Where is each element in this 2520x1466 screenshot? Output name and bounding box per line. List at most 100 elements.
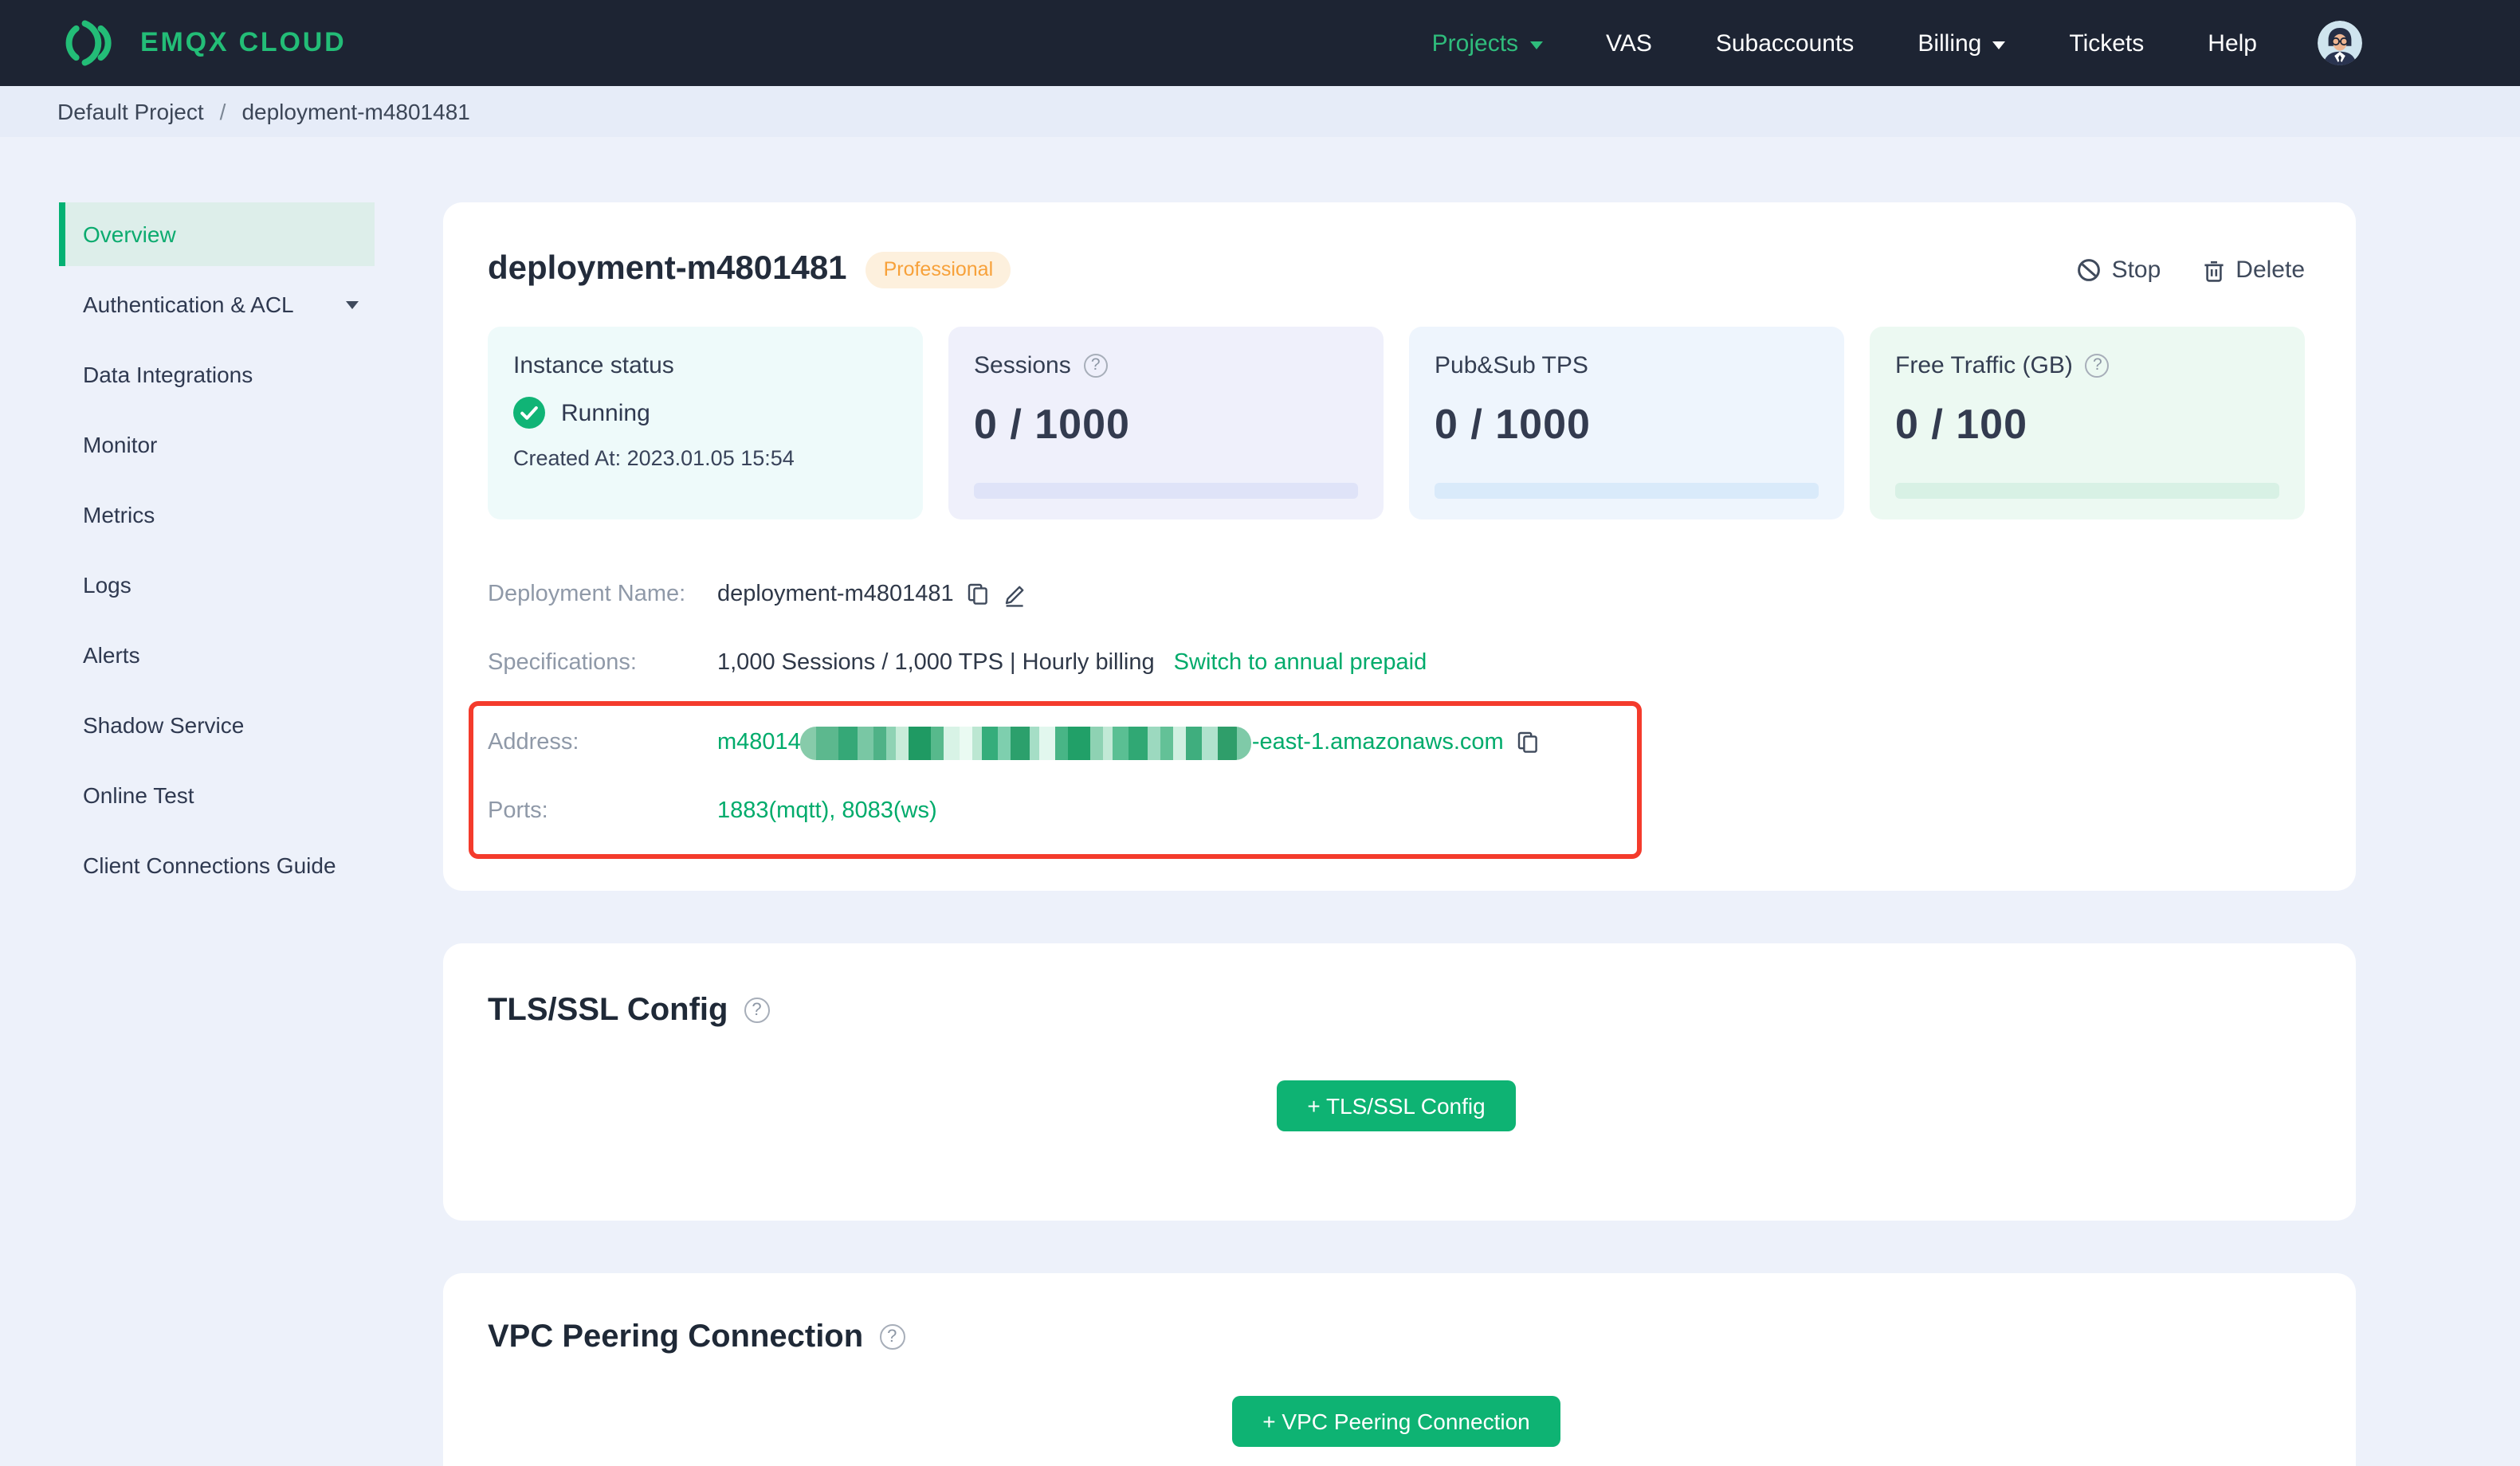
brand[interactable]: EMQX CLOUD bbox=[57, 18, 346, 69]
red-annotation-box: Address: m48014 -east-1.amazonaws.com Po… bbox=[469, 701, 1642, 859]
sidebar: Overview Authentication & ACL Data Integ… bbox=[0, 137, 443, 904]
breadcrumb-project[interactable]: Default Project bbox=[57, 99, 204, 124]
switch-annual-prepaid-link[interactable]: Switch to annual prepaid bbox=[1174, 650, 1427, 676]
redaction-block bbox=[998, 726, 1011, 759]
nav-item-tickets[interactable]: Tickets bbox=[2069, 29, 2144, 57]
help-icon[interactable]: ? bbox=[1083, 354, 1108, 378]
deployment-header: deployment-m4801481 Professional Stop De… bbox=[488, 250, 2305, 288]
breadcrumb-separator: / bbox=[219, 99, 226, 124]
traffic-progress-bar bbox=[1895, 483, 2279, 499]
add-tls-ssl-config-button[interactable]: + TLS/SSL Config bbox=[1277, 1080, 1516, 1131]
chevron-down-icon bbox=[1992, 41, 2006, 49]
stat-label: Pub&Sub TPS bbox=[1435, 352, 1588, 379]
sidebar-item-label: Monitor bbox=[83, 432, 158, 457]
sidebar-item-label: Metrics bbox=[83, 502, 155, 527]
nav-item-help[interactable]: Help bbox=[2208, 29, 2257, 57]
address-redaction bbox=[800, 726, 1252, 759]
redaction-block bbox=[1218, 726, 1238, 759]
address-prefix: m48014 bbox=[717, 730, 801, 755]
nav-item-label: Subaccounts bbox=[1715, 29, 1855, 57]
stat-card-sessions: Sessions ? 0 / 1000 bbox=[948, 327, 1384, 519]
sidebar-item-authentication-acl[interactable]: Authentication & ACL bbox=[59, 272, 375, 336]
pencil-icon bbox=[1006, 585, 1025, 606]
redaction-block bbox=[1068, 726, 1091, 759]
sidebar-item-data-integrations[interactable]: Data Integrations bbox=[59, 343, 375, 406]
sidebar-item-label: Data Integrations bbox=[83, 362, 253, 387]
viewport: EMQX CLOUD Projects VAS Subaccounts Bill… bbox=[0, 0, 2520, 1466]
sidebar-item-online-test[interactable]: Online Test bbox=[59, 763, 375, 827]
sidebar-item-logs[interactable]: Logs bbox=[59, 553, 375, 617]
stats-row: Instance status Running Created At: 2023… bbox=[488, 327, 2305, 519]
redaction-block bbox=[1055, 726, 1069, 759]
redaction-block bbox=[896, 726, 909, 759]
sidebar-item-label: Online Test bbox=[83, 782, 194, 808]
redaction-block bbox=[1129, 726, 1148, 759]
tls-ssl-title: TLS/SSL Config bbox=[488, 993, 728, 1028]
deployment-name-value: deployment-m4801481 bbox=[717, 582, 954, 607]
status-badge: Running bbox=[561, 399, 650, 426]
tps-progress-bar bbox=[1435, 483, 1819, 499]
help-icon[interactable]: ? bbox=[879, 1324, 905, 1350]
nav-item-label: Help bbox=[2208, 29, 2257, 57]
breadcrumb: Default Project / deployment-m4801481 bbox=[0, 86, 2520, 137]
specifications-label: Specifications: bbox=[488, 650, 637, 676]
chevron-down-icon bbox=[1529, 41, 1543, 49]
stop-icon bbox=[2077, 258, 2100, 280]
sidebar-item-label: Shadow Service bbox=[83, 712, 245, 738]
stop-button[interactable]: Stop bbox=[2077, 256, 2161, 283]
check-circle-icon bbox=[513, 397, 545, 429]
delete-button[interactable]: Delete bbox=[2202, 256, 2305, 283]
nav-item-billing[interactable]: Billing bbox=[1917, 29, 2006, 57]
stat-value: 0 / 1000 bbox=[974, 400, 1130, 448]
stat-card-free-traffic: Free Traffic (GB) ? 0 / 100 bbox=[1870, 327, 2305, 519]
stop-label: Stop bbox=[2111, 256, 2161, 283]
avatar[interactable] bbox=[2318, 21, 2362, 65]
sidebar-item-label: Logs bbox=[83, 572, 131, 598]
nav-item-vas[interactable]: VAS bbox=[1606, 29, 1652, 57]
content-layout: Overview Authentication & ACL Data Integ… bbox=[0, 137, 2520, 1466]
stat-label: Free Traffic (GB) bbox=[1895, 352, 2073, 379]
deployment-name-row: Deployment Name: deployment-m4801481 bbox=[488, 577, 2305, 612]
sidebar-item-overview[interactable]: Overview bbox=[59, 202, 375, 266]
nav-item-subaccounts[interactable]: Subaccounts bbox=[1716, 29, 1854, 57]
help-icon[interactable]: ? bbox=[744, 998, 770, 1023]
help-icon[interactable]: ? bbox=[2085, 354, 2110, 378]
redaction-block bbox=[800, 726, 817, 759]
redaction-block bbox=[944, 726, 960, 759]
ports-row: Ports: 1883(mqtt), 8083(ws) bbox=[488, 794, 1637, 829]
stat-card-pubsub-tps: Pub&Sub TPS 0 / 1000 bbox=[1409, 327, 1844, 519]
nav-item-projects[interactable]: Projects bbox=[1432, 29, 1543, 57]
sidebar-item-shadow-service[interactable]: Shadow Service bbox=[59, 693, 375, 757]
nav-item-label: Tickets bbox=[2069, 29, 2145, 57]
redaction-block bbox=[972, 726, 983, 759]
sidebar-item-client-connections-guide[interactable]: Client Connections Guide bbox=[59, 833, 375, 897]
redaction-block bbox=[873, 726, 887, 759]
nav-items: Projects VAS Subaccounts Billing Tickets… bbox=[1432, 29, 2257, 57]
redaction-block bbox=[1113, 726, 1129, 759]
sidebar-item-label: Authentication & ACL bbox=[83, 292, 294, 317]
tls-ssl-card: TLS/SSL Config ? + TLS/SSL Config bbox=[443, 943, 2356, 1221]
copy-name-button[interactable] bbox=[968, 583, 989, 606]
add-vpc-peering-button[interactable]: + VPC Peering Connection bbox=[1232, 1396, 1560, 1447]
ports-label: Ports: bbox=[488, 798, 548, 824]
redaction-block bbox=[1160, 726, 1174, 759]
copy-icon bbox=[968, 583, 988, 605]
redaction-block bbox=[1011, 726, 1030, 759]
main-content: deployment-m4801481 Professional Stop De… bbox=[443, 137, 2520, 1466]
specifications-value: 1,000 Sessions / 1,000 TPS | Hourly bill… bbox=[717, 650, 1155, 676]
sidebar-item-monitor[interactable]: Monitor bbox=[59, 413, 375, 476]
copy-address-button[interactable] bbox=[1518, 731, 1539, 754]
edit-name-button[interactable] bbox=[1003, 582, 1027, 606]
redaction-block bbox=[1148, 726, 1161, 759]
nav-item-label: VAS bbox=[1606, 29, 1652, 57]
sidebar-item-label: Client Connections Guide bbox=[83, 853, 336, 878]
instance-status-row: Running bbox=[513, 397, 897, 429]
created-at: Created At: 2023.01.05 15:54 bbox=[513, 446, 795, 470]
sidebar-item-alerts[interactable]: Alerts bbox=[59, 623, 375, 687]
sessions-progress-bar bbox=[974, 483, 1358, 499]
redaction-block bbox=[1090, 726, 1104, 759]
deployment-name-label: Deployment Name: bbox=[488, 582, 686, 607]
plan-badge: Professional bbox=[866, 251, 1011, 288]
sidebar-item-metrics[interactable]: Metrics bbox=[59, 483, 375, 547]
redaction-block bbox=[1039, 726, 1056, 759]
